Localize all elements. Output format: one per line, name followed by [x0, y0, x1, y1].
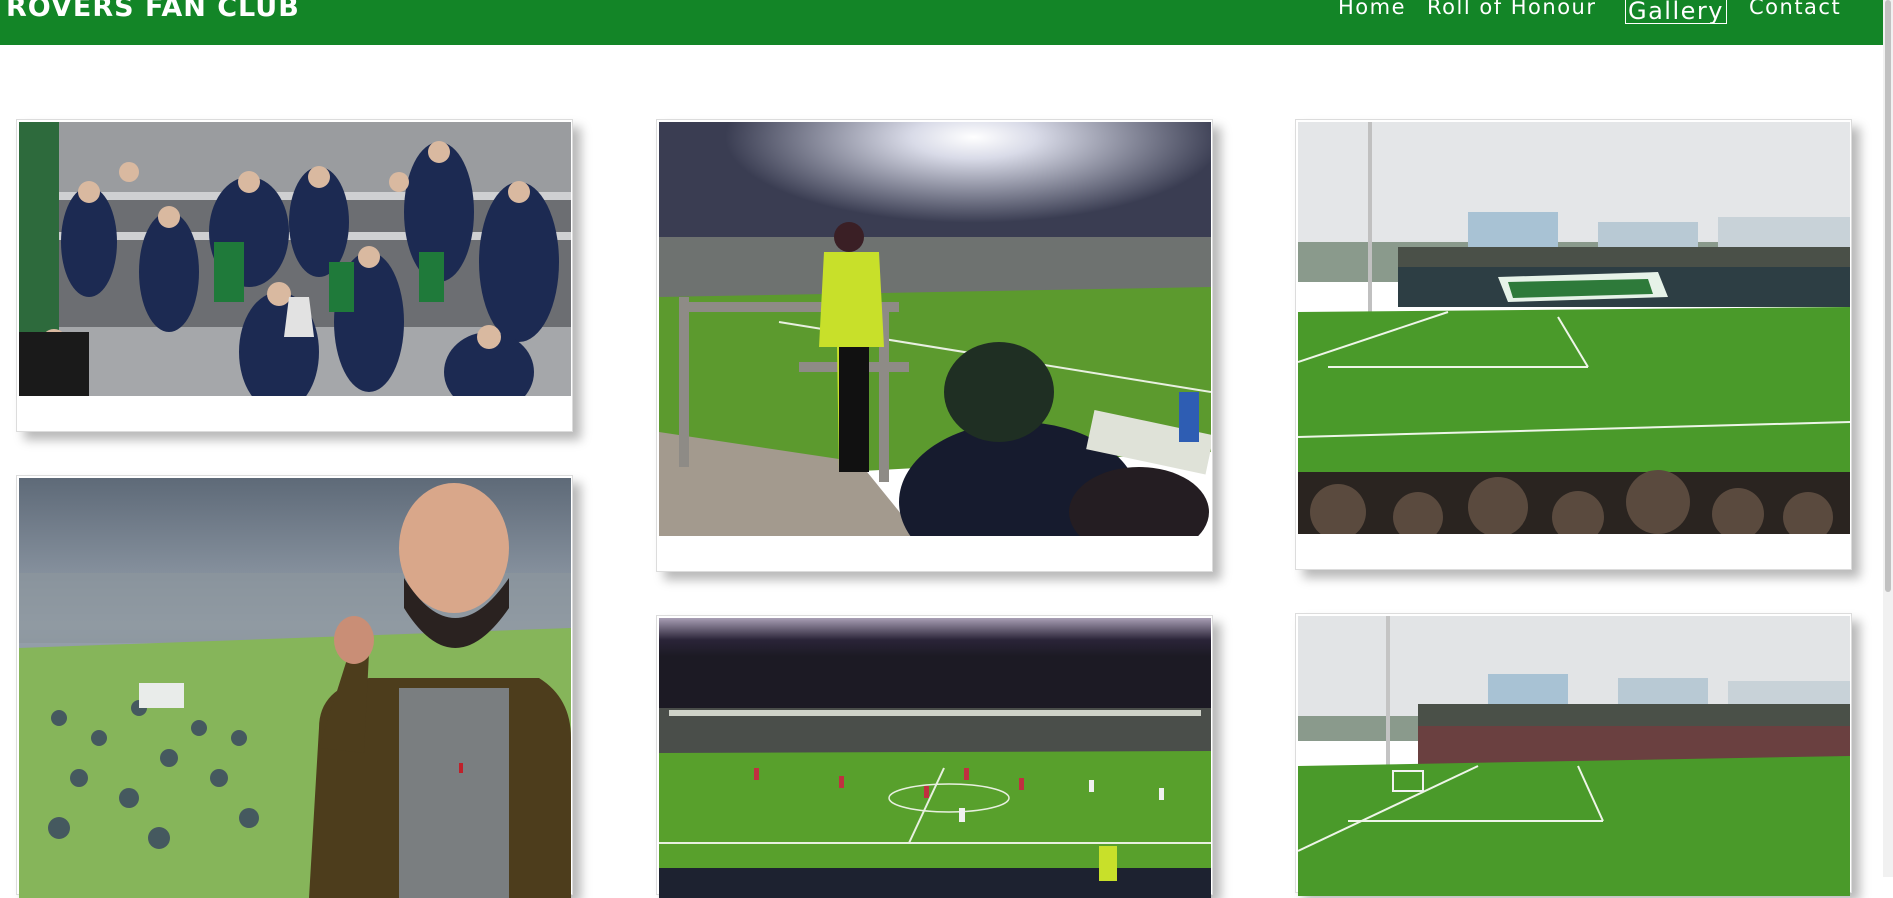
stadium-wide-day-photo [1298, 616, 1850, 896]
gallery-card[interactable] [1295, 613, 1852, 896]
nav-roll-of-honour-link[interactable]: Roll of Honour [1427, 0, 1597, 18]
nav-gallery-link[interactable]: Gallery [1625, 0, 1727, 24]
top-navbar: ROVERS FAN CLUB Home Roll of Honour Gall… [0, 0, 1883, 45]
night-match-pitch-photo [659, 618, 1211, 898]
scrollbar-thumb[interactable] [1885, 0, 1891, 592]
nav-home-link[interactable]: Home [1338, 0, 1406, 18]
page-scrollbar[interactable] [1883, 0, 1893, 877]
tallaght-stadium-day-photo [1298, 122, 1850, 534]
nav-contact-link[interactable]: Contact [1749, 0, 1841, 18]
gallery-card[interactable] [16, 119, 573, 432]
main-nav: Home Roll of Honour Gallery Contact [0, 0, 1883, 45]
gallery-card[interactable] [656, 119, 1213, 572]
gallery-card[interactable] [1295, 119, 1852, 570]
stadium-night-steward-photo [659, 122, 1211, 536]
gallery-card[interactable] [16, 475, 573, 898]
trophy-celebration-photo [19, 122, 571, 396]
gallery-card[interactable] [656, 615, 1213, 898]
fan-selfie-photo [19, 478, 571, 898]
